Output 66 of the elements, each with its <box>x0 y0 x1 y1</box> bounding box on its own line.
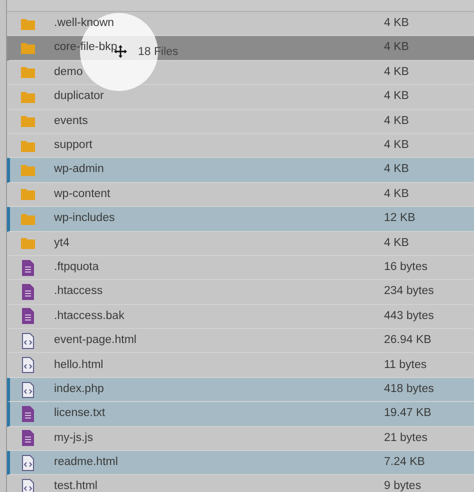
file-size: 9 bytes <box>384 479 422 492</box>
file-size: 16 bytes <box>384 260 428 275</box>
file-size: 234 bytes <box>384 284 435 300</box>
folder-icon <box>21 64 35 80</box>
file-row[interactable]: .htaccess.bak 443 bytes <box>7 304 474 330</box>
file-name: support <box>54 139 92 152</box>
file-row[interactable]: events 4 KB <box>7 110 474 134</box>
file-size: 19.47 KB <box>384 406 432 422</box>
folder-icon <box>21 113 35 130</box>
code-file-icon <box>21 332 35 349</box>
file-name: core-file-bkp <box>54 41 118 54</box>
file-row[interactable]: my-js.js 21 bytes <box>7 426 474 452</box>
file-size: 4 KB <box>384 138 410 154</box>
file-name: wp-content <box>54 188 110 200</box>
file-size: 7.24 KB <box>384 455 426 470</box>
file-row[interactable]: readme.html 7.24 KB <box>7 451 474 476</box>
file-size: 418 bytes <box>384 382 435 397</box>
file-size: 4 KB <box>384 162 410 178</box>
file-name: yt4 <box>54 236 70 249</box>
file-name: wp-admin <box>54 163 104 176</box>
file-size: 4 KB <box>384 236 410 251</box>
file-name: .htaccess.bak <box>54 310 124 322</box>
file-name: wp-includes <box>54 212 115 224</box>
file-size: 4 KB <box>384 40 410 56</box>
file-size: 4 KB <box>384 89 410 104</box>
file-row[interactable]: license.txt 19.47 KB <box>7 402 474 427</box>
document-icon <box>21 406 35 422</box>
file-size: 443 bytes <box>384 308 435 324</box>
file-row[interactable]: wp-content 4 KB <box>7 182 474 208</box>
file-size: 4 KB <box>384 114 410 129</box>
file-size: 26.94 KB <box>384 333 432 348</box>
file-name: license.txt <box>54 407 106 420</box>
file-size: 12 KB <box>384 211 416 226</box>
file-row[interactable]: wp-includes 12 KB <box>7 207 474 232</box>
code-file-icon <box>21 357 35 374</box>
document-icon <box>21 260 35 276</box>
file-name: duplicator <box>54 90 104 102</box>
code-file-icon <box>21 382 35 398</box>
file-row[interactable]: index.php 418 bytes <box>7 378 474 402</box>
file-name: index.php <box>54 382 104 395</box>
code-file-icon <box>21 479 35 492</box>
document-icon <box>21 430 35 446</box>
file-name: demo <box>54 66 83 78</box>
document-icon <box>21 284 35 300</box>
folder-icon <box>21 235 35 252</box>
code-file-icon <box>21 454 35 471</box>
file-size: 4 KB <box>384 186 410 202</box>
file-size: 21 bytes <box>384 430 428 446</box>
file-name: event-page.html <box>54 334 136 346</box>
folder-icon <box>21 162 35 178</box>
file-name: readme.html <box>54 456 118 468</box>
document-icon <box>21 308 35 324</box>
file-size: 4 KB <box>384 64 410 80</box>
file-name: events <box>54 114 88 127</box>
file-name: .ftpquota <box>54 260 99 273</box>
file-size: 11 bytes <box>384 358 428 373</box>
file-name: .well-known <box>54 17 114 30</box>
file-name: test.html <box>54 480 98 492</box>
file-row[interactable]: yt4 4 KB <box>7 232 474 256</box>
file-name: my-js.js <box>54 432 93 444</box>
folder-icon <box>21 40 35 56</box>
file-name: .htaccess <box>54 285 103 298</box>
file-row[interactable]: wp-admin 4 KB <box>7 158 474 183</box>
file-size: 4 KB <box>384 16 410 32</box>
folder-icon <box>21 186 35 202</box>
file-name: hello.html <box>54 358 104 371</box>
